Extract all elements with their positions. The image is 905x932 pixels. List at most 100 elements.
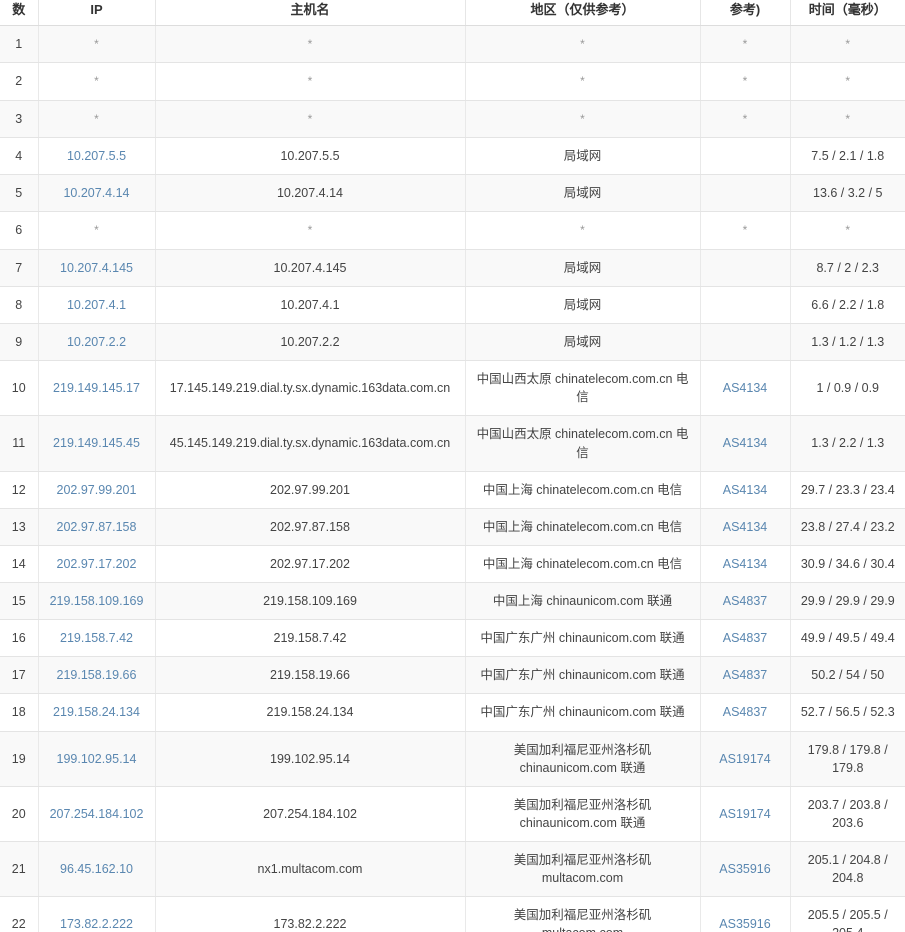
- cell-ip[interactable]: 199.102.95.14: [38, 731, 156, 787]
- as-link[interactable]: AS4134: [723, 436, 767, 450]
- cell-as[interactable]: AS4134: [700, 360, 791, 417]
- as-link[interactable]: AS4837: [723, 631, 767, 645]
- cell-as: [700, 174, 791, 213]
- cell-geo: 美国加利福尼亚州洛杉矶 multacom.com: [465, 896, 701, 932]
- ip-link[interactable]: 202.97.17.202: [57, 557, 137, 571]
- cell-ip[interactable]: 10.207.4.1: [38, 286, 156, 325]
- as-link[interactable]: AS4134: [723, 381, 767, 395]
- cell-as[interactable]: AS4134: [700, 415, 791, 472]
- no-response-marker: *: [742, 223, 748, 238]
- cell-as[interactable]: AS35916: [700, 841, 791, 898]
- cell-as[interactable]: AS35916: [700, 896, 791, 932]
- cell-ip[interactable]: 202.97.99.201: [38, 471, 156, 509]
- cell-hop: 15: [0, 582, 39, 621]
- ip-link[interactable]: 10.207.2.2: [67, 335, 126, 349]
- ip-link[interactable]: 219.158.24.134: [53, 705, 140, 719]
- ip-link[interactable]: 219.158.109.169: [50, 594, 144, 608]
- as-link[interactable]: AS4837: [723, 705, 767, 719]
- table-row: 21 96.45.162.10 nx1.multacom.com 美国加利福尼亚州洛杉…: [0, 841, 905, 898]
- cell-ip[interactable]: 96.45.162.10: [38, 841, 156, 898]
- cell-as[interactable]: AS4837: [700, 619, 791, 658]
- cell-as: [700, 137, 791, 176]
- cell-geo: *: [465, 62, 701, 101]
- cell-as[interactable]: AS19174: [700, 731, 791, 787]
- cell-geo: 美国加利福尼亚州洛杉矶 multacom.com: [465, 841, 701, 898]
- traceroute-results-table: 数 IP 主机名 地区（仅供参考） 参考) 时间（毫秒） 1 * * * * * 2 * * * *…: [0, 0, 905, 932]
- ip-link[interactable]: 207.254.184.102: [50, 807, 144, 821]
- cell-hop: 17: [0, 656, 39, 695]
- cell-host: 10.207.4.1: [155, 286, 466, 325]
- cell-ip[interactable]: 10.207.5.5: [38, 137, 156, 176]
- ip-link[interactable]: 10.207.4.1: [67, 298, 126, 312]
- ip-link[interactable]: 10.207.4.145: [60, 261, 133, 275]
- cell-as[interactable]: AS19174: [700, 786, 791, 843]
- as-link[interactable]: AS35916: [719, 862, 770, 876]
- cell-geo: 中国山西太原 chinatelecom.com.cn 电信: [465, 360, 701, 417]
- cell-as[interactable]: AS4134: [700, 471, 791, 509]
- cell-ip[interactable]: 202.97.87.158: [38, 508, 156, 546]
- ip-link[interactable]: 199.102.95.14: [57, 752, 137, 766]
- table-row: 12 202.97.99.201 202.97.99.201 中国上海 chinate…: [0, 471, 905, 509]
- column-header-region: 地区（仅供参考）: [465, 0, 701, 26]
- cell-time: 8.7 / 2 / 2.3: [790, 249, 905, 287]
- cell-as[interactable]: AS4837: [700, 693, 791, 732]
- ip-link[interactable]: 96.45.162.10: [60, 862, 133, 876]
- ip-link[interactable]: 219.158.7.42: [60, 631, 133, 645]
- cell-ip[interactable]: 10.207.4.145: [38, 249, 156, 287]
- cell-as: *: [700, 25, 791, 64]
- cell-ip[interactable]: 219.158.7.42: [38, 619, 156, 658]
- cell-ip[interactable]: 173.82.2.222: [38, 896, 156, 932]
- as-link[interactable]: AS19174: [719, 752, 770, 766]
- cell-as: [700, 249, 791, 287]
- ip-link[interactable]: 10.207.4.14: [63, 186, 129, 200]
- cell-as[interactable]: AS4134: [700, 508, 791, 546]
- ip-link[interactable]: 202.97.99.201: [57, 483, 137, 497]
- no-response-marker: *: [845, 74, 851, 89]
- cell-ip[interactable]: 219.149.145.45: [38, 415, 156, 472]
- cell-ip[interactable]: 202.97.17.202: [38, 545, 156, 584]
- column-header-time: 时间（毫秒）: [790, 0, 905, 26]
- cell-hop: 5: [0, 174, 39, 213]
- as-link[interactable]: AS4134: [723, 557, 767, 571]
- cell-ip[interactable]: 219.158.109.169: [38, 582, 156, 621]
- ip-link[interactable]: 202.97.87.158: [57, 520, 137, 534]
- cell-time: *: [790, 100, 905, 139]
- column-header-hop: 数: [0, 0, 39, 26]
- cell-hop: 7: [0, 249, 39, 287]
- no-response-marker: *: [94, 223, 99, 238]
- cell-host: 202.97.99.201: [155, 471, 466, 509]
- cell-ip[interactable]: 10.207.4.14: [38, 174, 156, 213]
- as-link[interactable]: AS19174: [719, 807, 770, 821]
- cell-ip[interactable]: 219.149.145.17: [38, 360, 156, 417]
- ip-link[interactable]: 10.207.5.5: [67, 149, 126, 163]
- cell-ip[interactable]: 10.207.2.2: [38, 323, 156, 362]
- cell-host: *: [155, 100, 466, 139]
- cell-time: 29.7 / 23.3 / 23.4: [790, 471, 905, 509]
- no-response-marker: *: [580, 36, 585, 51]
- cell-ip[interactable]: 219.158.19.66: [38, 656, 156, 695]
- cell-geo: *: [465, 100, 701, 139]
- ip-link[interactable]: 173.82.2.222: [60, 917, 133, 931]
- as-link[interactable]: AS4837: [723, 668, 767, 682]
- cell-as[interactable]: AS4837: [700, 582, 791, 621]
- as-link[interactable]: AS4134: [723, 483, 767, 497]
- table-row: 15 219.158.109.169 219.158.109.169 中国上海 chi…: [0, 582, 905, 621]
- as-link[interactable]: AS35916: [719, 917, 770, 931]
- cell-ip[interactable]: 207.254.184.102: [38, 786, 156, 843]
- no-response-marker: *: [742, 74, 748, 89]
- cell-host: 45.145.149.219.dial.ty.sx.dynamic.163dat…: [155, 415, 466, 472]
- cell-geo: *: [465, 25, 701, 64]
- as-link[interactable]: AS4837: [723, 594, 767, 608]
- cell-time: 205.5 / 205.5 / 205.4: [790, 896, 905, 932]
- cell-as: [700, 323, 791, 362]
- cell-ip[interactable]: 219.158.24.134: [38, 693, 156, 732]
- cell-time: 203.7 / 203.8 / 203.6: [790, 786, 905, 843]
- table-row: 8 10.207.4.1 10.207.4.1 局域网 6.6 / 2.2 / 1.8: [0, 286, 905, 325]
- ip-link[interactable]: 219.149.145.45: [53, 436, 140, 450]
- cell-as[interactable]: AS4837: [700, 656, 791, 695]
- cell-as[interactable]: AS4134: [700, 545, 791, 584]
- table-row: 3 * * * * *: [0, 100, 905, 139]
- ip-link[interactable]: 219.158.19.66: [57, 668, 137, 682]
- as-link[interactable]: AS4134: [723, 520, 767, 534]
- ip-link[interactable]: 219.149.145.17: [53, 381, 140, 395]
